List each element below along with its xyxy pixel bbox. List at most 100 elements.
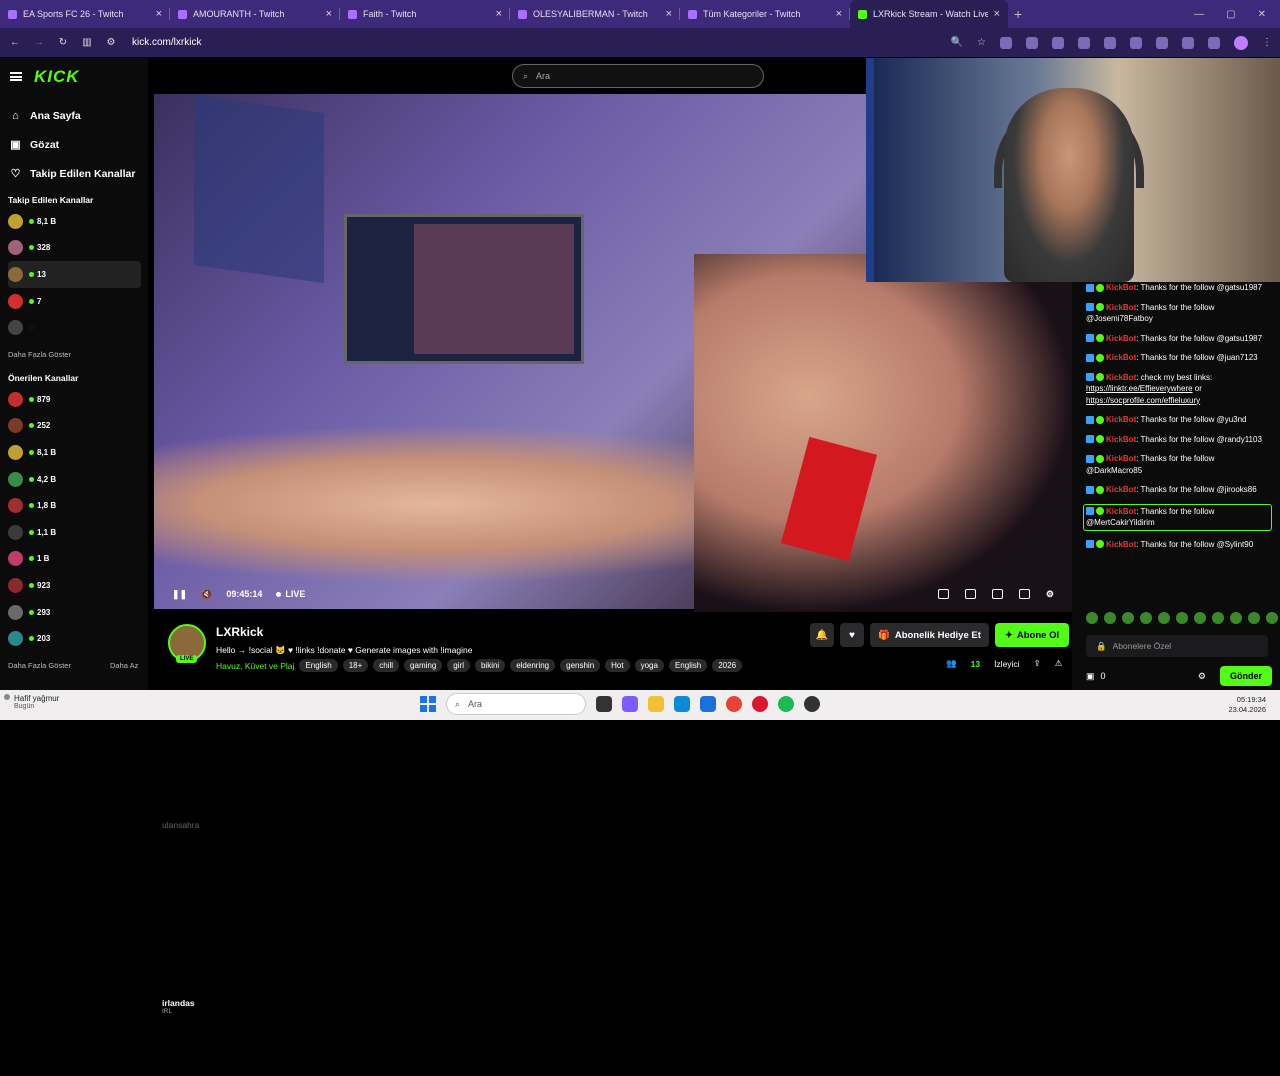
theater-mode-icon[interactable] [964,588,976,599]
back-icon[interactable]: ← [8,37,22,48]
extension-icon[interactable] [1078,36,1090,49]
tag-chip[interactable]: 18+ [342,659,369,672]
browser-tab[interactable]: Faith - Twitch × [340,0,510,28]
browser-tab[interactable]: AMOURANTH - Twitch × [170,0,340,28]
channel-item[interactable]: HypePUBG: Battlegrounds8,1 B [8,208,1080,898]
channel-name[interactable]: LXRkick [216,625,263,639]
chat-link[interactable]: https://linktr.ee/Effieverywhere [1086,384,1193,393]
tag-chip[interactable]: English [299,659,338,672]
emote-icon[interactable] [1230,612,1242,624]
bookmark-star-icon[interactable]: ☆ [977,37,986,48]
settings-gear-icon[interactable]: ⚙ [1046,589,1054,600]
channel-item[interactable]: SwaggybarkMinecraft4,2 B [8,466,1080,1076]
channel-item[interactable]: Crystal_LoLBoard Game Online1 B [8,546,1080,1076]
emote-icon[interactable] [1086,612,1098,624]
channel-item[interactable]: ZedxsmurfLeague of Legends879 [8,386,1080,1076]
file-explorer-icon[interactable] [648,696,664,712]
profile-avatar[interactable] [1234,35,1248,50]
notification-bell-button[interactable]: 🔔 [810,623,834,647]
start-windows-icon[interactable] [420,696,436,712]
extension-icon[interactable] [1052,36,1064,49]
follow-heart-button[interactable]: ♥ [840,623,864,647]
share-icon[interactable]: ⇪ [1034,658,1041,669]
tag-chip[interactable]: yoga [634,659,664,672]
emote-icon[interactable] [1248,612,1260,624]
chat-username[interactable]: KickBot [1106,283,1136,292]
chat-username[interactable]: KickBot [1106,373,1136,382]
forward-icon[interactable]: → [32,37,46,48]
download-icon[interactable] [1182,36,1194,49]
points-icon[interactable]: ▣ [1086,671,1095,682]
sidebar-nav-item[interactable]: ⌂ Ana Sayfa [10,101,145,130]
tag-chip[interactable]: girl [447,659,470,672]
channel-item[interactable]: AnarguiaLeague of Legends252 [8,413,1080,1076]
live-indicator[interactable]: LIVE [276,589,305,599]
channel-item[interactable]: SercanZurnaGrand Theft Auto V (...1,8 B [8,492,1080,1076]
maximize-icon[interactable]: ▢ [1226,9,1235,20]
tab-close-icon[interactable]: × [666,8,672,20]
new-tab-button[interactable]: + [1014,6,1022,22]
menu-kebab-icon[interactable]: ⋮ [1262,37,1272,48]
channel-item[interactable]: BeceriksizRomeoGrand Theft Auto V (...29… [8,599,1080,1076]
chat-username[interactable]: KickBot [1106,353,1136,362]
extension-icon[interactable] [1026,36,1038,49]
emote-icon[interactable] [1194,612,1206,624]
history-icon[interactable] [1156,36,1168,49]
channel-item[interactable]: irlandas IRL 203 [8,625,1080,1076]
minimize-icon[interactable]: — [1194,9,1204,20]
chat-username[interactable]: KickBot [1106,540,1136,549]
chat-link[interactable]: https://socprofile.com/effieluxury [1086,396,1200,405]
chat-username[interactable]: KickBot [1106,334,1136,343]
emote-icon[interactable] [1104,612,1116,624]
opera-icon[interactable] [752,696,768,712]
tab-close-icon[interactable]: × [326,8,332,20]
kick-logo[interactable]: KICK [34,67,80,87]
channel-item[interactable]: RevanchLeague of Legends923 [8,572,1080,1076]
followed-show-more-link[interactable]: Daha Fazla Göster [8,350,71,359]
sidebar-toggle-icon[interactable]: ▥ [80,37,94,48]
browser-tab[interactable]: EA Sports FC 26 - Twitch × [0,0,170,28]
tag-chip[interactable]: eldenring [510,659,556,672]
chat-settings-icon[interactable]: ⚙ [1198,671,1206,682]
fullscreen-icon[interactable] [1018,588,1030,599]
picture-in-picture-icon[interactable] [991,588,1003,599]
emote-icon[interactable] [1176,612,1188,624]
tab-close-icon[interactable]: × [156,8,162,20]
extension-icon[interactable] [1000,36,1012,49]
chat-username[interactable]: KickBot [1106,435,1136,444]
overlay-stream-window[interactable] [866,58,1280,282]
extension-icon[interactable] [1104,36,1116,49]
chat-username[interactable]: KickBot [1106,415,1136,424]
chrome-icon[interactable] [726,696,742,712]
emote-icon[interactable] [1140,612,1152,624]
emote-icon[interactable] [1266,612,1278,624]
channel-item[interactable]: OdisnosGrand Theft Auto V (...1,1 B [8,519,1080,1076]
channel-item[interactable]: LXRkick Havuz, Küvet ve Plaj 13 [8,261,1080,898]
emote-icon[interactable] [1158,612,1170,624]
chat-username[interactable]: KickBot [1106,485,1136,494]
tag-chip[interactable]: English [668,659,708,672]
url-field[interactable]: kick.com/lxrkick [132,37,201,48]
tag-chip[interactable]: 2026 [712,659,743,672]
taskbar-search[interactable]: ⌕ Ara [446,693,586,715]
zoom-icon[interactable]: 🔍 [951,37,963,48]
hamburger-menu-icon[interactable] [10,72,22,81]
edge-icon[interactable] [674,696,690,712]
tag-chip[interactable]: Hot [605,659,630,672]
channel-item[interactable]: aidamoodiHavuz, Küvet ve Plaj328 [8,235,1080,898]
pause-icon[interactable]: ❚❚ [172,589,187,600]
tag-chip[interactable]: bikini [474,659,506,672]
send-button[interactable]: Gönder [1219,666,1272,686]
channel-item[interactable]: ulansahra ◌ [8,314,1080,898]
task-view-icon[interactable] [596,696,612,712]
mail-icon[interactable] [700,696,716,712]
subscribe-button[interactable]: ✦ Abone Ol [994,623,1070,647]
browser-tab[interactable]: Tüm Kategoriler - Twitch × [680,0,850,28]
site-info-icon[interactable]: ⚙ [104,37,118,48]
report-warning-icon[interactable]: ⚠ [1055,658,1063,669]
sidebar-nav-item[interactable]: ▣ Gözat [10,130,145,159]
app-icon[interactable] [804,696,820,712]
channel-item[interactable]: HypePUBG: Battlegrounds8,1 B [8,439,1080,1076]
category-link[interactable]: Havuz, Küvet ve Plaj [216,661,294,671]
browser-tab[interactable]: LXRkick Stream - Watch Live on × [850,0,1008,28]
